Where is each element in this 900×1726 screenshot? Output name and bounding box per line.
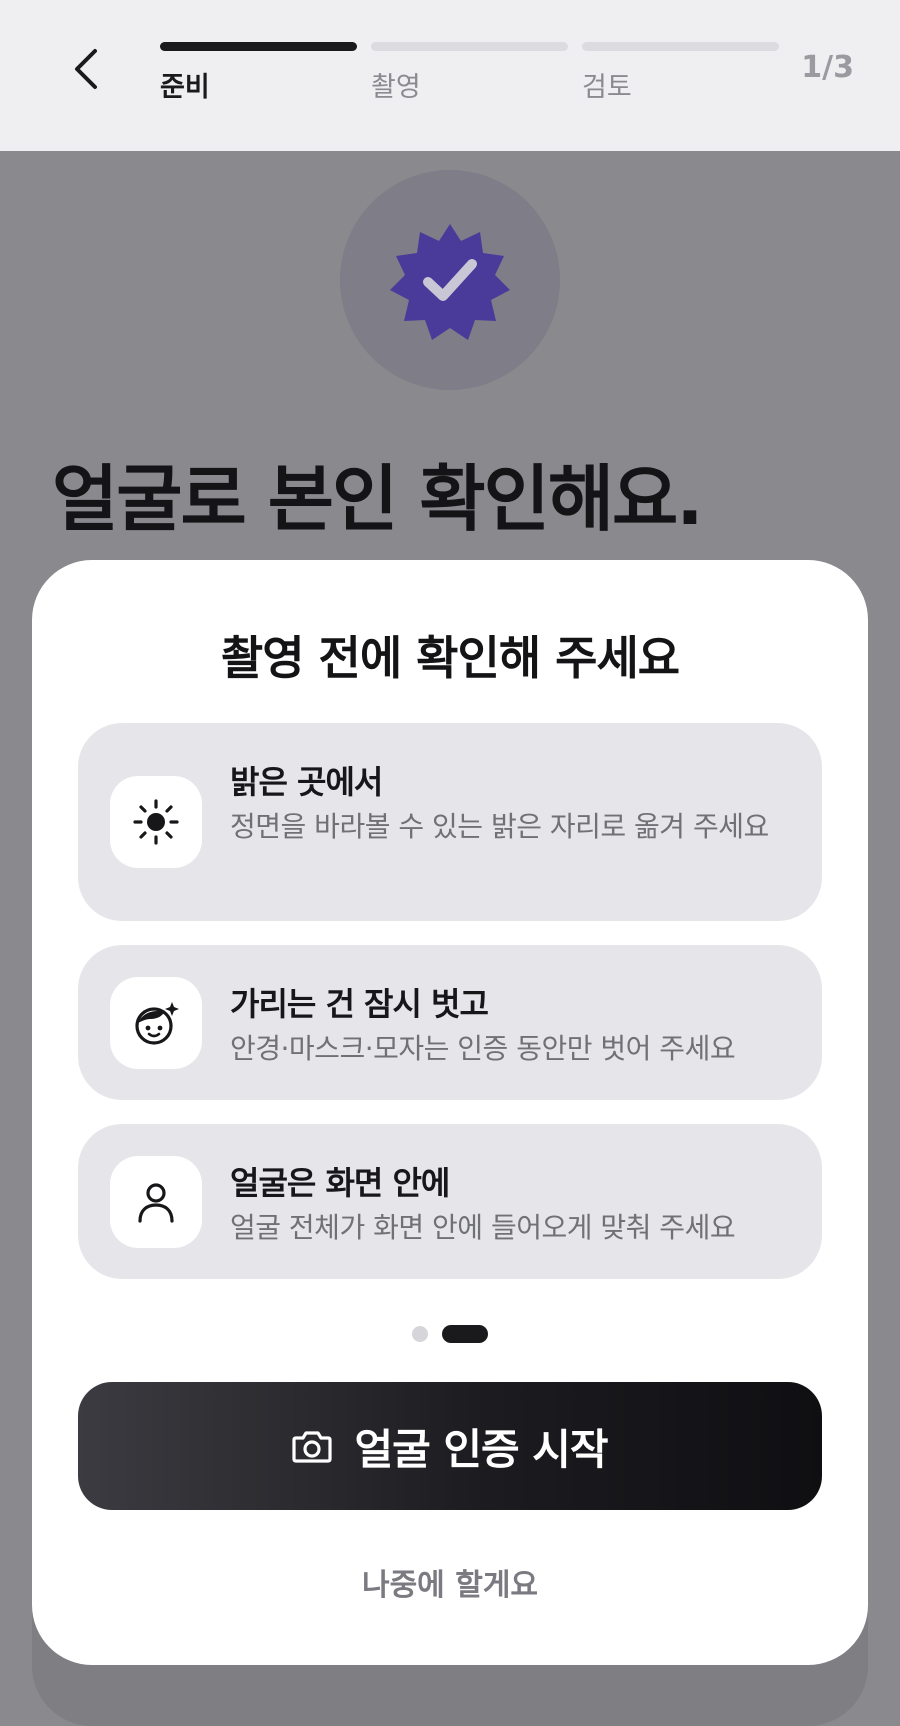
step-label: 검토	[582, 72, 632, 103]
start-button-label: 얼굴 인증 시작	[354, 1424, 608, 1474]
bottom-sheet: 촬영 전에 확인해 주세요 밝은 곳에서 정면을 바라볼 수 있는 밝은 자리로…	[32, 560, 868, 1665]
verified-check-icon	[390, 224, 510, 340]
step-count: 1/3	[801, 50, 854, 85]
start-face-verification-button[interactable]: 얼굴 인증 시작	[78, 1382, 822, 1510]
step-review: 검토	[582, 42, 779, 104]
chevron-left-icon	[75, 49, 97, 89]
pagination-dots	[32, 1325, 868, 1343]
back-button[interactable]	[66, 44, 106, 94]
step-progress-bar	[582, 42, 779, 51]
tip-icon-box	[110, 1156, 202, 1248]
tip-card-lighting: 밝은 곳에서 정면을 바라볼 수 있는 밝은 자리로 옮겨 주세요	[78, 723, 822, 921]
step-prepare: 준비	[160, 42, 357, 104]
later-button[interactable]: 나중에 할게요	[32, 1560, 868, 1604]
top-header: 준비 촬영 검토 1/3	[0, 0, 900, 151]
step-progress-bar	[371, 42, 568, 51]
camera-icon	[292, 1431, 333, 1463]
step-label: 촬영	[371, 72, 421, 103]
face-icon	[135, 1002, 179, 1045]
sheet-title: 촬영 전에 확인해 주세요	[220, 631, 680, 685]
tip-icon-box	[110, 776, 202, 868]
tip-icon-box	[110, 977, 202, 1069]
tip-card-accessories: 가리는 건 잠시 벗고 안경·마스크·모자는 인증 동안만 벗어 주세요	[78, 945, 822, 1100]
tip-title: 밝은 곳에서	[230, 763, 383, 801]
tip-description: 안경·마스크·모자는 인증 동안만 벗어 주세요	[230, 1032, 736, 1065]
verified-badge	[340, 170, 560, 390]
step-label: 준비	[160, 72, 210, 103]
step-capture: 촬영	[371, 42, 568, 104]
pagination-dot-active[interactable]	[442, 1325, 488, 1343]
pagination-dot[interactable]	[412, 1326, 428, 1342]
tip-title: 가리는 건 잠시 벗고	[230, 985, 489, 1023]
page-title: 얼굴로 본인 확인해요.	[52, 457, 704, 541]
person-icon	[138, 1183, 174, 1223]
sun-icon	[133, 799, 179, 845]
tip-description: 얼굴 전체가 화면 안에 들어오게 맞춰 주세요	[230, 1211, 736, 1244]
tip-card-framing: 얼굴은 화면 안에 얼굴 전체가 화면 안에 들어오게 맞춰 주세요	[78, 1124, 822, 1279]
tip-title: 얼굴은 화면 안에	[230, 1164, 450, 1202]
tip-description: 정면을 바라볼 수 있는 밝은 자리로 옮겨 주세요	[230, 810, 769, 843]
step-progress-bar	[160, 42, 357, 51]
